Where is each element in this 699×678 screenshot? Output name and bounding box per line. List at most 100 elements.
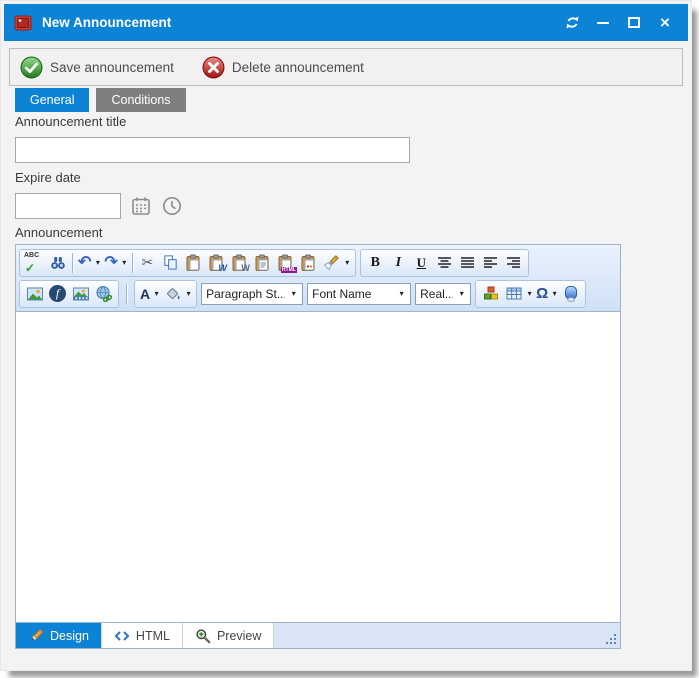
editor-canvas[interactable] — [16, 312, 620, 622]
image-manager-icon — [26, 285, 44, 303]
redo-button[interactable]: ↷ — [102, 251, 119, 274]
spellcheck-button[interactable]: ABC ✓ — [23, 251, 46, 274]
underline-button[interactable]: U — [410, 251, 433, 274]
design-mode-label: Design — [50, 629, 89, 643]
fill-color-caret-icon[interactable] — [184, 289, 193, 298]
html-mode-label: HTML — [136, 629, 170, 643]
align-left-icon — [483, 256, 498, 270]
hyperlink-manager-button[interactable] — [92, 282, 115, 305]
redo-dropdown-caret-icon[interactable] — [120, 258, 129, 267]
paste-button[interactable] — [182, 251, 205, 274]
html-brackets-icon — [114, 629, 130, 643]
scissors-icon: ✂ — [141, 254, 153, 271]
calendar-picker-button[interactable] — [129, 194, 153, 218]
hyperlink-manager-icon — [95, 285, 113, 303]
paste-from-word-icon — [207, 254, 225, 272]
format-painter-icon — [322, 254, 340, 272]
preview-mode-tab[interactable]: Preview — [183, 623, 274, 648]
resize-grip[interactable] — [605, 633, 617, 645]
paste-plain-text-button[interactable] — [251, 251, 274, 274]
align-left-button[interactable] — [479, 251, 502, 274]
font-name-select[interactable]: Font Name — [307, 283, 411, 305]
align-center-button[interactable] — [433, 251, 456, 274]
cut-button[interactable]: ✂ — [136, 251, 159, 274]
announcement-title-label: Announcement title — [15, 114, 126, 129]
insert-symbol-caret-icon[interactable] — [550, 289, 559, 298]
paste-as-html-button[interactable]: HTML — [274, 251, 297, 274]
font-color-button[interactable]: A — [138, 282, 152, 305]
time-picker-button[interactable] — [160, 194, 184, 218]
font-color-caret-icon[interactable] — [152, 289, 161, 298]
refresh-button[interactable] — [559, 10, 585, 36]
toolbar-separator — [132, 253, 133, 273]
paragraph-style-caret-icon — [289, 289, 298, 298]
insert-table-caret-icon[interactable] — [525, 289, 534, 298]
align-right-icon — [506, 256, 521, 270]
find-replace-button[interactable] — [46, 251, 69, 274]
undo-button[interactable]: ↶ — [76, 251, 93, 274]
flash-manager-button[interactable]: f — [46, 282, 69, 305]
insert-symbol-button[interactable]: Ω — [534, 282, 550, 305]
pencil-icon — [28, 628, 44, 644]
format-tool-group: B I U — [360, 249, 529, 277]
bold-button[interactable]: B — [364, 251, 387, 274]
minimize-icon — [597, 22, 609, 24]
copy-button[interactable] — [159, 251, 182, 274]
color-tool-group: A — [134, 280, 197, 308]
silverlight-manager-button[interactable] — [559, 282, 582, 305]
action-toolbar: Save announcement Delete announcement — [9, 48, 683, 86]
maximize-button[interactable] — [621, 10, 647, 36]
format-painter-caret-icon[interactable] — [343, 258, 352, 267]
paste-as-html-icon — [276, 254, 294, 272]
font-size-caret-icon — [457, 289, 466, 298]
insert-snippet-button[interactable] — [479, 282, 502, 305]
silverlight-manager-icon — [562, 285, 580, 303]
editor-mode-bar: Design HTML Preview — [16, 622, 620, 648]
paragraph-style-select[interactable]: Paragraph St... — [201, 283, 303, 305]
italic-icon: I — [396, 255, 401, 271]
toolbar-separator — [126, 284, 127, 304]
paste-icon — [184, 254, 202, 272]
font-color-icon: A — [140, 286, 150, 302]
insert-media-tool-group: f — [19, 280, 119, 308]
align-right-button[interactable] — [502, 251, 525, 274]
announcement-title-input[interactable] — [15, 137, 410, 163]
announcement-icon — [14, 14, 32, 32]
rich-text-editor: ABC ✓ — [15, 244, 621, 649]
image-manager-button[interactable] — [23, 282, 46, 305]
font-name-value: Font Name — [312, 287, 371, 301]
page-tabs: General Conditions — [15, 88, 186, 112]
paste-special-button[interactable] — [297, 251, 320, 274]
html-mode-tab[interactable]: HTML — [102, 623, 183, 648]
save-announcement-button[interactable]: Save announcement — [20, 56, 174, 79]
insert-objects-tool-group: Ω — [475, 280, 586, 308]
tab-conditions[interactable]: Conditions — [96, 88, 185, 112]
tab-general[interactable]: General — [15, 88, 89, 112]
justify-icon — [460, 256, 475, 270]
save-announcement-label: Save announcement — [50, 60, 174, 75]
media-manager-button[interactable] — [69, 282, 92, 305]
undo-dropdown-caret-icon[interactable] — [93, 258, 102, 267]
announcement-body-label: Announcement — [15, 225, 102, 240]
delete-announcement-button[interactable]: Delete announcement — [202, 56, 364, 79]
spellcheck-icon: ABC ✓ — [23, 251, 46, 274]
paste-from-word-button[interactable]: W — [205, 251, 228, 274]
minimize-button[interactable] — [590, 10, 616, 36]
design-mode-tab[interactable]: Design — [16, 623, 102, 648]
paste-from-word-strip-font-button[interactable]: W — [228, 251, 251, 274]
font-size-select[interactable]: Real... — [415, 283, 471, 305]
font-size-value: Real... — [420, 287, 453, 301]
insert-table-button[interactable] — [502, 282, 525, 305]
italic-button[interactable]: I — [387, 251, 410, 274]
expire-date-input[interactable] — [15, 193, 121, 219]
undo-icon: ↶ — [78, 255, 91, 271]
close-button[interactable]: × — [652, 10, 678, 36]
save-check-icon — [20, 56, 43, 79]
editor-toolbar: ABC ✓ — [16, 245, 620, 312]
binoculars-icon — [49, 254, 67, 272]
fill-color-button[interactable] — [161, 282, 184, 305]
format-painter-button[interactable] — [320, 251, 343, 274]
editor-toolbar-row-2: f — [19, 278, 617, 309]
justify-button[interactable] — [456, 251, 479, 274]
media-manager-icon — [72, 285, 90, 303]
